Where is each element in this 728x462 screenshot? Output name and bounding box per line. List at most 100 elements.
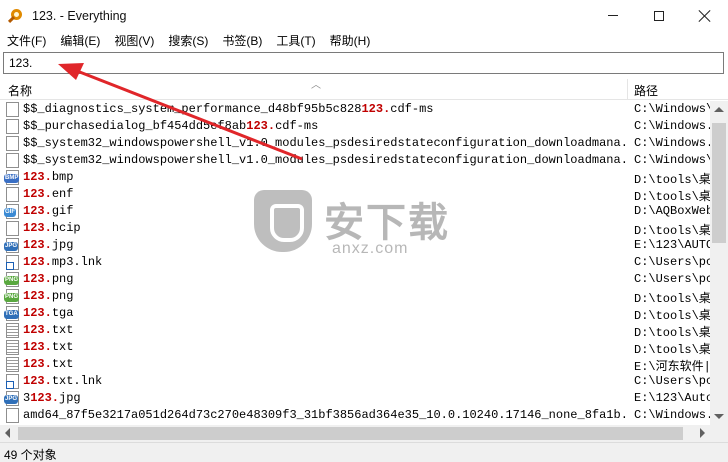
shortcut-file-icon [6,255,19,270]
file-name-suffix: png [51,272,74,286]
scroll-up-icon[interactable] [714,107,724,112]
list-item[interactable]: 123.gif D:\AQBoxWeb [0,203,710,220]
menu-file[interactable]: 文件(F) [0,31,53,51]
file-path: E:\123\Auto [634,391,710,405]
list-item[interactable]: $$_system32_windowspowershell_v1.0_modul… [0,152,710,169]
file-name: 123.txt [23,357,626,371]
file-path: C:\Users\pc [634,255,710,269]
generic-file-icon [6,119,19,134]
search-input[interactable]: 123. [3,52,724,74]
text-file-icon [6,357,19,372]
file-name: 123.txt.lnk [23,374,626,388]
scroll-down-icon[interactable] [714,414,724,419]
menu-bookmarks[interactable]: 书签(B) [215,31,269,51]
menu-help[interactable]: 帮助(H) [323,31,378,51]
menu-view[interactable]: 视图(V) [107,31,161,51]
column-header-path[interactable]: 路径 [634,82,658,99]
file-name-prefix: $$_system32_windowspowershell_v1.0_modul… [23,136,626,150]
file-name: 123.gif [23,204,626,218]
file-name: 123.jpg [23,238,626,252]
file-name-suffix: hcip [51,221,81,235]
file-name-match: 123. [23,170,52,184]
file-path: C:\Users\pc [634,374,710,388]
list-item[interactable]: 3123.jpg E:\123\Auto [0,390,710,407]
gif-file-icon [4,204,19,219]
file-name-suffix: jpg [51,238,74,252]
list-item[interactable]: $$_diagnostics_system_performance_d48bf9… [0,101,710,118]
column-header-name[interactable]: 名称 [8,82,32,99]
file-name-match: 123. [23,204,52,218]
file-path: C:\Windows. [634,408,710,422]
text-file-icon [6,323,19,338]
list-item[interactable]: 123.bmp D:\tools\桌 [0,169,710,187]
file-path: D:\tools\桌 [634,326,710,340]
file-name-suffix: enf [51,187,74,201]
list-item[interactable]: $$_purchasedialog_bf454dd5ef8ab123.cdf-m… [0,118,710,135]
jpg-file-icon [4,391,19,406]
shortcut-file-icon [6,374,19,389]
horizontal-scrollbar[interactable] [0,425,710,442]
file-name-suffix: cdf-ms [390,102,434,116]
file-name-match: 123. [246,119,276,133]
list-item[interactable]: 123.enf D:\tools\桌 [0,186,710,204]
file-path: D:\tools\桌 [634,190,710,204]
file-path: D:\tools\桌 [634,343,710,357]
file-path: C:\Windows\ [634,102,710,116]
list-item[interactable]: 123.png C:\Users\pc [0,271,710,288]
window-title: 123. - Everything [32,8,127,23]
list-item[interactable]: 123.tga D:\tools\桌 [0,305,710,323]
list-item[interactable]: 123.hcip D:\tools\桌 [0,220,710,238]
menu-bar: 文件(F) 编辑(E) 视图(V) 搜索(S) 书签(B) 工具(T) 帮助(H… [0,31,728,51]
list-item[interactable]: amd64_87f5e3217a051d264d73c270e48309f3_3… [0,407,710,424]
file-path: D:\tools\桌 [634,292,710,306]
menu-tools[interactable]: 工具(T) [269,31,322,51]
vertical-scrollbar[interactable] [710,101,728,425]
file-name: $$_purchasedialog_bf454dd5ef8ab123.cdf-m… [23,119,626,133]
menu-edit[interactable]: 编辑(E) [53,31,107,51]
generic-file-icon [6,221,19,236]
file-name-prefix: amd64_87f5e3217a051d264d73c270e48309f3_3… [23,408,626,422]
file-name: 123.txt [23,340,626,354]
menu-search[interactable]: 搜索(S) [161,31,215,51]
file-name-suffix: txt [51,357,74,371]
list-item[interactable]: $$_system32_windowspowershell_v1.0_modul… [0,135,710,152]
maximize-icon [654,10,664,21]
scrollbar-corner [710,425,728,442]
file-name-match: 123. [23,323,52,337]
maximize-button[interactable] [636,0,682,31]
file-name-match: 123. [23,255,52,269]
file-name-suffix: cdf-ms [275,119,319,133]
file-name-suffix: jpg [59,391,81,405]
list-item[interactable]: 123.txt E:\河东软件| [0,356,710,374]
minimize-button[interactable] [590,0,636,31]
list-item[interactable]: 123.mp3.lnk C:\Users\pc [0,254,710,271]
results-list: $$_diagnostics_system_performance_d48bf9… [0,101,710,425]
close-button[interactable] [682,0,728,31]
file-path: E:\河东软件| [634,360,710,374]
file-name-match: 123. [30,391,60,405]
horizontal-scroll-thumb[interactable] [18,427,683,440]
file-name-suffix: tga [51,306,74,320]
list-item[interactable]: 123.png D:\tools\桌 [0,288,710,306]
file-name-match: 123. [361,102,391,116]
vertical-scroll-thumb[interactable] [712,123,726,243]
scroll-right-icon[interactable] [700,428,705,438]
file-name-suffix: txt.lnk [51,374,103,388]
column-divider[interactable] [627,79,628,100]
title-bar: 123. - Everything [0,0,728,31]
generic-file-icon [6,102,19,117]
scroll-left-icon[interactable] [5,428,10,438]
file-name-match: 123. [23,272,52,286]
list-item[interactable]: 123.txt D:\tools\桌 [0,322,710,340]
generic-file-icon [6,408,19,423]
file-name: $$_diagnostics_system_performance_d48bf9… [23,102,626,116]
file-name-suffix: bmp [51,170,74,184]
list-item[interactable]: 123.txt D:\tools\桌 [0,339,710,357]
list-item[interactable]: 123.jpg E:\123\AUTO [0,237,710,254]
object-count: 49 个对象 [4,448,57,462]
file-name-match: 123. [23,187,52,201]
list-item[interactable]: 123.txt.lnk C:\Users\pc [0,373,710,390]
file-path: E:\123\AUTO [634,238,710,252]
file-name: 123.png [23,289,626,303]
file-path: D:\tools\桌 [634,224,710,238]
